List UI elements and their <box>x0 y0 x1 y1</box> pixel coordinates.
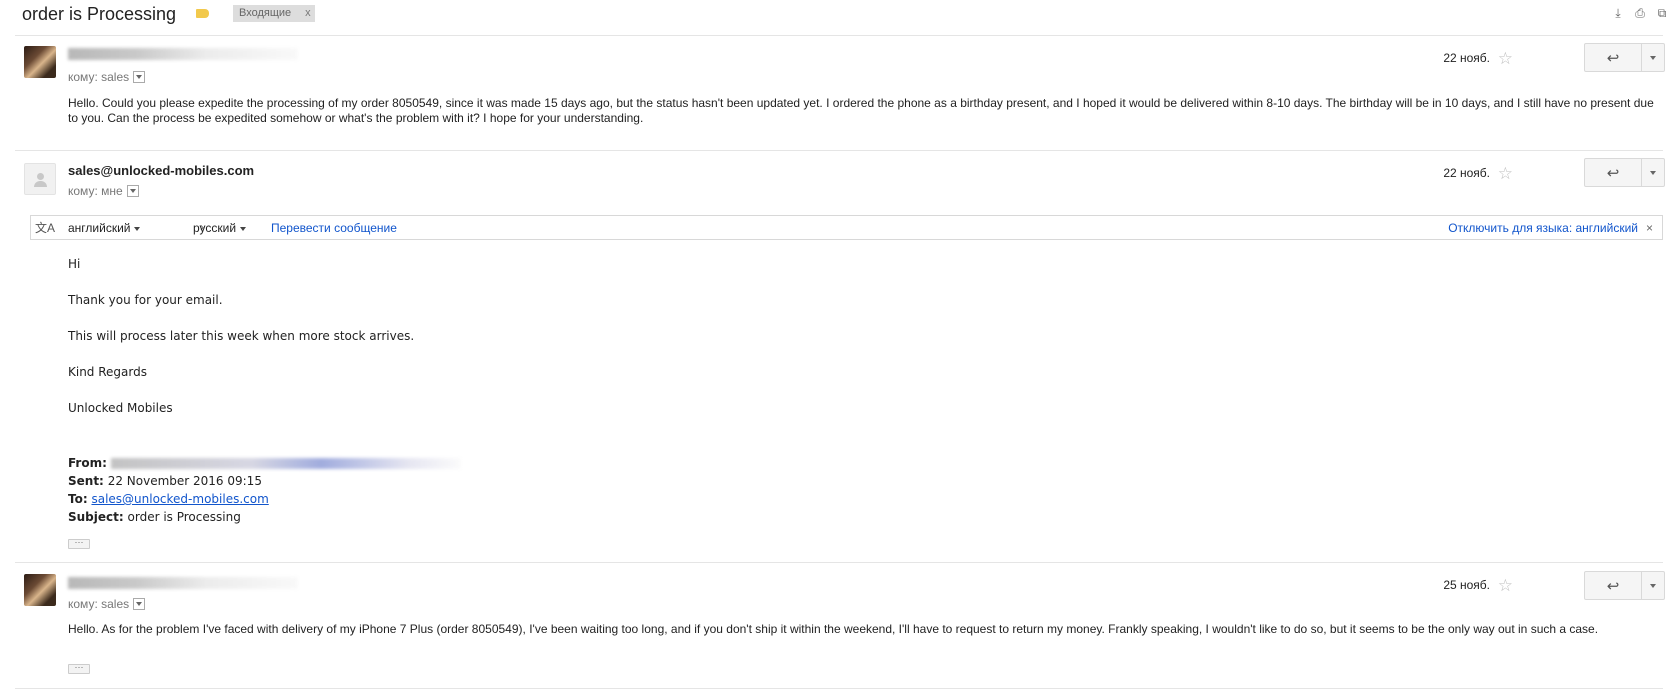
details-dropdown-icon[interactable] <box>133 597 146 610</box>
quoted-to-link[interactable]: sales@unlocked-mobiles.com <box>91 492 268 506</box>
quoted-sent-label: Sent: <box>68 474 104 488</box>
more-actions-button[interactable] <box>1642 159 1664 186</box>
inbox-label-chip[interactable]: Входящие x <box>233 5 315 22</box>
message-date: 22 нояб. <box>1443 166 1490 180</box>
message-date: 22 нояб. <box>1443 51 1490 65</box>
reply-button-group: ↩ <box>1584 571 1665 600</box>
avatar[interactable] <box>24 574 56 606</box>
reply-button-group: ↩ <box>1584 43 1665 72</box>
message-body: Hello. As for the problem I've faced wit… <box>68 622 1599 636</box>
disable-translation-link[interactable]: Отключить для языка: английский <box>1448 221 1638 235</box>
message-date: 25 нояб. <box>1443 578 1490 592</box>
remove-label-button[interactable]: x <box>305 7 311 19</box>
recipient-line[interactable]: кому: sales <box>68 70 146 84</box>
source-language-select[interactable]: английский <box>68 221 140 235</box>
download-icon[interactable]: ⤓ <box>1611 6 1625 20</box>
reply-button[interactable]: ↩ <box>1585 159 1642 186</box>
recipient-label: кому: мне <box>68 184 123 198</box>
message-body: Hello. Could you please expedite the pro… <box>68 96 1654 125</box>
translate-bar: 文A английский › русский Перевести сообще… <box>30 215 1663 240</box>
recipient-line[interactable]: кому: sales <box>68 597 146 611</box>
target-language-select[interactable]: русский <box>193 221 246 235</box>
more-actions-button[interactable] <box>1642 572 1664 599</box>
recipient-label: кому: sales <box>68 70 130 84</box>
important-label-icon[interactable] <box>196 9 209 18</box>
reply-button[interactable]: ↩ <box>1585 572 1642 599</box>
sender-email[interactable]: sales@unlocked-mobiles.com <box>68 163 254 178</box>
sender-name-redacted[interactable] <box>68 577 298 589</box>
thread-subject: order is Processing <box>22 4 177 24</box>
translate-message-link[interactable]: Перевести сообщение <box>271 221 397 235</box>
quoted-subject-value: order is Processing <box>127 510 241 524</box>
thread-header: order is Processing Входящие x ⤓ ⎙ ⧉ <box>0 0 1677 30</box>
quoted-to-label: To: <box>68 492 88 506</box>
star-icon[interactable]: ☆ <box>1498 50 1513 67</box>
quoted-to: To: sales@unlocked-mobiles.com <box>68 492 269 506</box>
divider <box>15 562 1663 563</box>
print-icon[interactable]: ⎙ <box>1633 6 1647 20</box>
quoted-sent-value: 22 November 2016 09:15 <box>107 474 262 488</box>
details-dropdown-icon[interactable] <box>126 184 139 197</box>
translate-icon: 文A <box>35 221 56 235</box>
avatar[interactable] <box>24 46 56 78</box>
show-trimmed-content-button[interactable]: ··· <box>68 663 90 674</box>
recipient-label: кому: sales <box>68 597 130 611</box>
sender-name-redacted[interactable] <box>68 48 298 60</box>
quoted-subject-label: Subject: <box>68 510 124 524</box>
quoted-from: From: <box>68 456 461 470</box>
quoted-subject: Subject: order is Processing <box>68 510 241 524</box>
more-actions-button[interactable] <box>1642 44 1664 71</box>
body-line: Thank you for your email. <box>68 293 223 307</box>
body-line: Unlocked Mobiles <box>68 401 173 415</box>
quoted-sent: Sent: 22 November 2016 09:15 <box>68 474 262 488</box>
inbox-label-text: Входящие <box>239 7 292 19</box>
star-icon[interactable]: ☆ <box>1498 165 1513 182</box>
reply-button[interactable]: ↩ <box>1585 44 1642 71</box>
recipient-line[interactable]: кому: мне <box>68 184 139 198</box>
thread-actions: ⤓ ⎙ ⧉ <box>1611 6 1669 20</box>
quoted-from-label: From: <box>68 456 107 470</box>
body-line: Kind Regards <box>68 365 147 379</box>
show-trimmed-content-button[interactable]: ··· <box>68 538 90 549</box>
new-window-icon[interactable]: ⧉ <box>1655 6 1669 20</box>
star-icon[interactable]: ☆ <box>1498 577 1513 594</box>
divider <box>15 35 1663 36</box>
close-translate-bar-button[interactable]: × <box>1646 221 1653 235</box>
divider <box>15 150 1663 151</box>
reply-button-group: ↩ <box>1584 158 1665 187</box>
details-dropdown-icon[interactable] <box>133 70 146 83</box>
quoted-from-redacted <box>110 458 461 469</box>
body-line: This will process later this week when m… <box>68 329 415 343</box>
avatar[interactable] <box>24 163 56 195</box>
body-line: Hi <box>68 257 81 271</box>
divider <box>15 688 1663 689</box>
